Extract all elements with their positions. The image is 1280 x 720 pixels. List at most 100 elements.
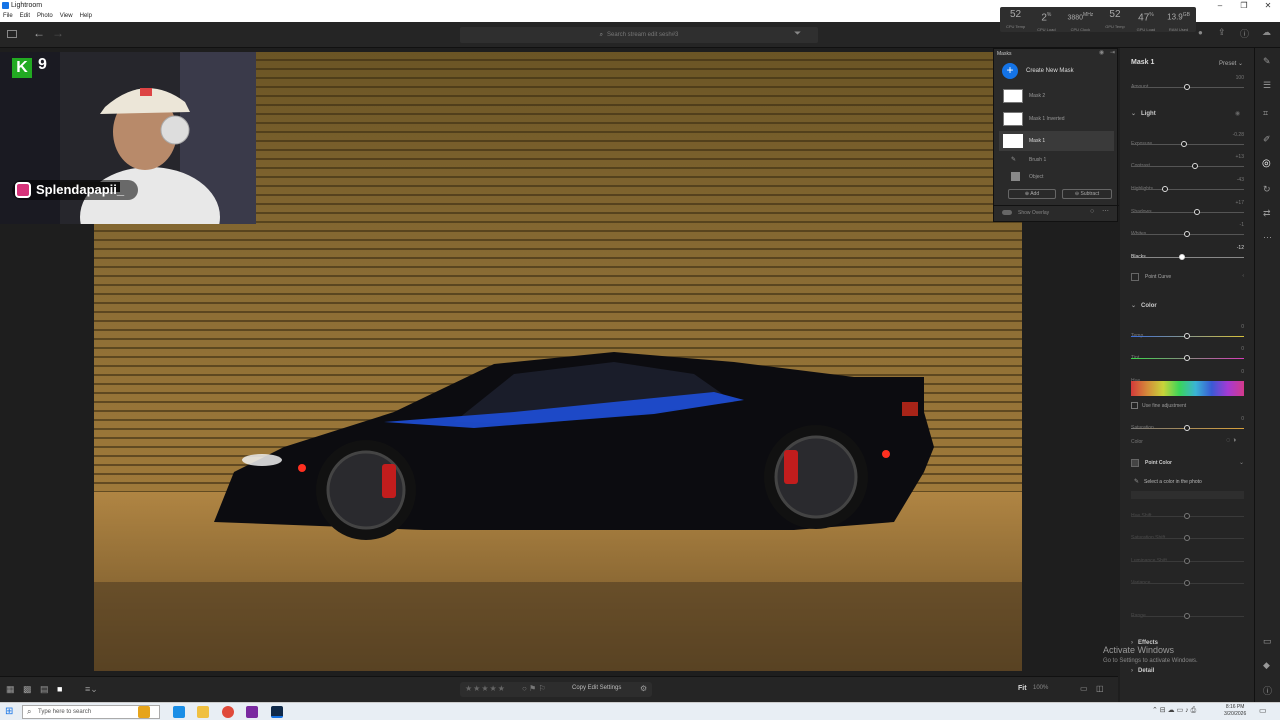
mask-component[interactable]: ✎ Brush 1 <box>999 152 1114 168</box>
panel-toggle-icon[interactable] <box>7 30 17 38</box>
share-icon[interactable]: ⇪ <box>1218 27 1226 38</box>
preset-dropdown[interactable]: Preset ⌄ <box>1219 60 1243 67</box>
loupe-view-icon[interactable]: ■ <box>57 684 62 694</box>
heal-icon[interactable]: ✐ <box>1263 134 1271 145</box>
settings-gear-icon[interactable]: ⚙ <box>640 684 647 693</box>
visibility-icon[interactable]: ◉ <box>1099 49 1104 56</box>
more-options-icon[interactable]: ⋯ <box>1102 207 1109 215</box>
shadows-slider[interactable]: Shadows+17 <box>1131 200 1244 218</box>
star-rating[interactable]: ★★★★★ <box>465 684 506 693</box>
slider-knob-active[interactable] <box>1179 254 1185 260</box>
slider-knob[interactable] <box>1184 355 1190 361</box>
square-grid-icon[interactable]: ▩ <box>23 684 32 695</box>
range-slider[interactable]: Range <box>1131 604 1244 622</box>
exposure-slider[interactable]: Exposure-0.28 <box>1131 132 1244 150</box>
slider-knob[interactable] <box>1181 141 1187 147</box>
crop-icon[interactable]: ⌗ <box>1263 108 1268 119</box>
adjust-icon[interactable]: ☰ <box>1263 80 1271 91</box>
history-icon[interactable]: ↻ <box>1263 184 1271 195</box>
slider-knob[interactable] <box>1184 333 1190 339</box>
clock[interactable]: 8:16 PM 3/20/2026 <box>1224 704 1246 718</box>
sort-icon[interactable]: ≡⌄ <box>85 684 98 695</box>
detail-grid-icon[interactable]: ▤ <box>40 684 49 695</box>
file-explorer-icon[interactable] <box>197 706 209 718</box>
tint-slider[interactable]: Tint0 <box>1131 346 1244 364</box>
point-curve-row[interactable]: Point Curve ‹ <box>1131 273 1244 282</box>
masking-icon[interactable]: ◎ <box>1262 158 1271 169</box>
menu-view[interactable]: View <box>60 11 73 22</box>
slider-knob[interactable] <box>1184 425 1190 431</box>
forward-arrow-icon[interactable]: → <box>52 26 64 40</box>
slider-knob[interactable] <box>1194 209 1200 215</box>
chrome-icon[interactable] <box>222 706 234 718</box>
saturation-slider[interactable]: Saturation0 <box>1131 416 1244 434</box>
color-section-header[interactable]: ⌄ Color <box>1131 302 1157 309</box>
mask-item-selected[interactable]: Mask 1 <box>999 131 1114 151</box>
color-picker-row[interactable]: ✎ Select a color in the photo <box>1131 478 1244 487</box>
mask-item[interactable]: Mask 1 Inverted <box>999 109 1114 129</box>
tag-icon[interactable]: ◆ <box>1263 660 1270 671</box>
contrast-slider[interactable]: Contrast+13 <box>1131 154 1244 172</box>
mask-component[interactable]: Object <box>999 169 1114 185</box>
info-icon[interactable]: ⓘ <box>1263 684 1272 697</box>
zoom-level[interactable]: 100% <box>1033 685 1048 691</box>
start-icon[interactable]: ⊞ <box>5 706 13 717</box>
fine-adjust-checkbox[interactable] <box>1131 402 1138 409</box>
edge-icon[interactable] <box>173 706 185 718</box>
temp-slider[interactable]: Temp0 <box>1131 324 1244 342</box>
filter-icon[interactable]: ⏷ <box>794 28 801 39</box>
minimize-button[interactable]: – <box>1208 0 1232 11</box>
fit-button[interactable]: Fit <box>1018 685 1027 692</box>
subtract-button[interactable]: ⊖ Subtract <box>1062 189 1112 199</box>
copilot-icon[interactable] <box>138 706 150 718</box>
slider-knob[interactable] <box>1192 163 1198 169</box>
copy-edit-settings-button[interactable]: Copy Edit Settings <box>572 685 621 691</box>
blacks-slider[interactable]: Blacks-12 <box>1131 245 1244 263</box>
eyedropper-icon[interactable]: ✎ <box>1134 478 1139 485</box>
slider-knob[interactable] <box>1184 231 1190 237</box>
cloud-icon[interactable]: ☁ <box>1262 27 1271 38</box>
point-color-header[interactable]: Point Color ⌄ <box>1131 459 1244 469</box>
visibility-icon[interactable]: ◉ <box>1235 110 1240 117</box>
flag-icon[interactable]: ○ ⚑ ⚐ <box>522 684 546 693</box>
slider-knob[interactable] <box>1162 186 1168 192</box>
compare-icon[interactable]: ▭ <box>1080 684 1088 693</box>
comment-icon[interactable]: ▭ <box>1263 636 1272 647</box>
system-tray-icons[interactable]: ⌃ ⊟ ☁ ▭ ♪ ⎙ <box>1152 706 1196 715</box>
hue-gradient-bar[interactable] <box>1131 381 1244 396</box>
search-input[interactable]: ⌕ Search stream edit sesh#3 <box>460 27 818 43</box>
detail-section-header[interactable]: › Detail <box>1131 668 1154 674</box>
help-icon[interactable]: ⓘ <box>1240 27 1249 40</box>
split-view-icon[interactable]: ◫ <box>1096 684 1104 693</box>
overlay-color-icon[interactable]: ○ <box>1090 208 1094 215</box>
grid-view-icon[interactable]: ▦ <box>6 684 15 695</box>
collapse-icon[interactable]: ⇥ <box>1110 49 1115 56</box>
notification-icon[interactable]: ▭ <box>1259 706 1267 715</box>
menu-edit[interactable]: Edit <box>20 11 30 22</box>
amount-knob[interactable] <box>1184 84 1190 90</box>
menu-file[interactable]: File <box>3 11 13 22</box>
saturation-shift-slider[interactable]: Saturation Shift <box>1131 526 1244 544</box>
slider-knob[interactable] <box>1184 613 1190 619</box>
light-section-header[interactable]: ⌄ Light <box>1131 110 1156 117</box>
hue-shift-slider[interactable]: Hue Shift <box>1131 504 1244 522</box>
slider-knob[interactable] <box>1184 558 1190 564</box>
whites-slider[interactable]: Whites-1 <box>1131 222 1244 240</box>
edit-icon[interactable]: ✎ <box>1263 56 1271 67</box>
versions-icon[interactable]: ⇄ <box>1263 208 1271 219</box>
variance-slider[interactable]: Variance <box>1131 571 1244 589</box>
slider-knob[interactable] <box>1184 513 1190 519</box>
slider-knob[interactable] <box>1184 535 1190 541</box>
stream-app-icon[interactable] <box>246 706 258 718</box>
color-swatch-icon[interactable]: ◌ ◑ <box>1226 437 1236 444</box>
back-arrow-icon[interactable]: ← <box>33 26 45 40</box>
create-new-mask-button[interactable]: Create New Mask <box>1026 68 1074 74</box>
close-button[interactable]: ✕ <box>1256 0 1280 11</box>
bell-icon[interactable]: ● <box>1198 28 1203 37</box>
overlay-toggle[interactable] <box>1002 210 1012 215</box>
lightroom-taskbar-icon[interactable] <box>271 706 283 718</box>
maximize-button[interactable]: ❐ <box>1232 0 1256 11</box>
menu-photo[interactable]: Photo <box>37 11 53 22</box>
highlights-slider[interactable]: Highlights-43 <box>1131 177 1244 195</box>
luminance-shift-slider[interactable]: Luminance Shift <box>1131 549 1244 567</box>
